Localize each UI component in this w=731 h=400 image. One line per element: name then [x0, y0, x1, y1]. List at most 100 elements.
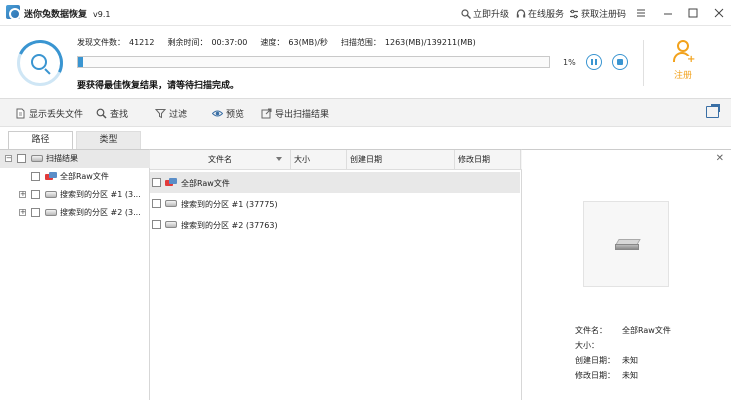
find-button[interactable]: 查找 [96, 107, 128, 120]
preview-label: 预览 [226, 110, 245, 120]
export-icon [261, 108, 272, 119]
speed-value: 63(MB)/秒 [288, 38, 328, 47]
scan-hint: 要获得最佳恢复结果，请等待扫描完成。 [77, 81, 240, 91]
export-results-label: 导出扫描结果 [275, 110, 330, 120]
table-row[interactable]: 全部Raw文件 [150, 172, 520, 193]
tree-panel: − 扫描结果 全部Raw文件 + 搜索到的分区 #1 (3... + 搜索到的分… [0, 149, 150, 400]
row-checkbox[interactable] [152, 199, 161, 208]
prop-label: 创建日期： [575, 356, 615, 365]
prop-filename: 文件名： 全部Raw文件 [575, 325, 671, 340]
table-header: 文件名 大小 创建日期 修改日期 [150, 150, 522, 170]
table-row[interactable]: 搜索到的分区 #2 (37763) [150, 214, 522, 235]
online-service-link[interactable]: 在线服务 [516, 7, 564, 20]
register-label: 注册 [673, 71, 692, 81]
column-header-name[interactable]: 文件名 [150, 150, 291, 170]
tree-item-partition-1[interactable]: + 搜索到的分区 #1 (3... [0, 186, 150, 204]
expand-icon[interactable]: + [19, 209, 26, 216]
column-header-size[interactable]: 大小 [291, 150, 347, 170]
app-logo-icon [6, 5, 21, 20]
headset-icon [516, 8, 526, 19]
column-header-created[interactable]: 创建日期 [347, 150, 455, 170]
row-checkbox[interactable] [152, 178, 161, 187]
prop-modified: 修改日期： 未知 [575, 370, 671, 385]
file-name: 搜索到的分区 #2 (37763) [181, 221, 278, 230]
file-name: 全部Raw文件 [181, 179, 230, 188]
get-regcode-link[interactable]: 获取注册码 [569, 7, 626, 20]
register-button[interactable]: + 注册 [663, 40, 703, 81]
filter-label: 过滤 [169, 110, 188, 120]
prop-created: 创建日期： 未知 [575, 355, 671, 370]
prop-size: 大小： [575, 340, 671, 355]
scan-status-panel: 发现文件数： 41212 剩余时间： 00:37:00 速度： 63(MB)/秒 扫描范围：… [0, 26, 731, 99]
drive-icon [615, 239, 641, 251]
close-icon[interactable] [711, 5, 727, 21]
tree-checkbox[interactable] [17, 154, 26, 163]
show-lost-files-button[interactable]: 显示丢失文件 [15, 107, 83, 120]
maximize-icon[interactable] [685, 5, 701, 21]
preview-button[interactable]: 预览 [211, 107, 245, 120]
tree-checkbox[interactable] [31, 190, 40, 199]
find-label: 查找 [110, 110, 129, 120]
tab-bar: 路径 类型 [0, 127, 731, 149]
get-regcode-label: 获取注册码 [581, 10, 627, 20]
drive-icon [45, 209, 57, 216]
table-row[interactable]: 搜索到的分区 #1 (37775) [150, 193, 522, 214]
divider [643, 40, 644, 86]
pause-button[interactable] [586, 54, 602, 70]
search-upgrade-icon [461, 8, 471, 19]
column-header-modified[interactable]: 修改日期 [455, 150, 521, 170]
file-icon [15, 108, 26, 119]
prop-label: 文件名： [575, 326, 607, 335]
file-list-panel: 文件名 大小 创建日期 修改日期 全部Raw文件 搜索到的分区 #1 (3777… [150, 149, 522, 400]
filter-button[interactable]: 过滤 [154, 107, 188, 120]
stop-button[interactable] [612, 54, 628, 70]
tree-item-label: 扫描结果 [46, 154, 78, 163]
show-lost-files-label: 显示丢失文件 [29, 110, 84, 120]
tree-item-partition-2[interactable]: + 搜索到的分区 #2 (3... [0, 204, 150, 222]
prop-value: 未知 [622, 356, 638, 365]
upgrade-link[interactable]: 立即升级 [461, 7, 509, 20]
tree-item-label: 搜索到的分区 #2 (3... [60, 208, 141, 217]
minimize-icon[interactable] [660, 5, 676, 21]
menu-icon[interactable] [633, 5, 649, 21]
close-preview-icon[interactable]: ✕ [716, 153, 724, 164]
row-checkbox[interactable] [152, 220, 161, 229]
raw-files-icon [45, 172, 57, 181]
scan-stats: 发现文件数： 41212 剩余时间： 00:37:00 速度： 63(MB)/秒 扫描范围：… [77, 37, 489, 48]
preview-panel: ✕ 文件名： 全部Raw文件 大小： 创建日期： 未知 修改日期： 未知 [522, 149, 731, 400]
preview-thumbnail [583, 201, 669, 287]
scan-progress-fill [78, 57, 83, 67]
sort-desc-icon[interactable] [276, 157, 282, 161]
search-icon [96, 108, 107, 119]
user-add-icon: + [672, 40, 696, 66]
drive-icon [31, 155, 43, 162]
export-results-button[interactable]: 导出扫描结果 [261, 107, 329, 120]
remaining-time-label: 剩余时间： [167, 38, 208, 47]
eye-icon [211, 108, 224, 119]
drive-icon [165, 221, 177, 228]
tree-item-raw[interactable]: 全部Raw文件 [0, 168, 150, 186]
share-export-icon[interactable] [706, 104, 720, 118]
tree-checkbox[interactable] [31, 208, 40, 217]
tab-type[interactable]: 类型 [76, 131, 141, 149]
tree-item-scan-results[interactable]: − 扫描结果 [0, 150, 150, 168]
title-bar: 迷你兔数据恢复 v9.1 立即升级 在线服务 获取注册码 [0, 0, 731, 26]
filter-icon [154, 108, 167, 119]
tree-item-label: 搜索到的分区 #1 (3... [60, 190, 141, 199]
settings-icon [569, 9, 579, 19]
speed-label: 速度： [260, 38, 285, 47]
toolbar: 显示丢失文件 查找 过滤 预览 导出扫描结果 [0, 99, 731, 127]
tree-checkbox[interactable] [31, 172, 40, 181]
found-files-value: 41212 [129, 38, 155, 47]
tab-path[interactable]: 路径 [8, 131, 73, 149]
collapse-icon[interactable]: − [5, 155, 12, 162]
upgrade-label: 立即升级 [473, 10, 510, 20]
scan-range-value: 1263(MB)/139211(MB) [384, 38, 476, 47]
prop-value: 未知 [622, 371, 638, 380]
scan-magnifier-icon [10, 33, 70, 93]
scan-range-label: 扫描范围： [340, 38, 381, 47]
expand-icon[interactable]: + [19, 191, 26, 198]
file-properties: 文件名： 全部Raw文件 大小： 创建日期： 未知 修改日期： 未知 [575, 325, 671, 385]
tree-item-label: 全部Raw文件 [60, 172, 109, 181]
online-service-label: 在线服务 [528, 10, 565, 20]
